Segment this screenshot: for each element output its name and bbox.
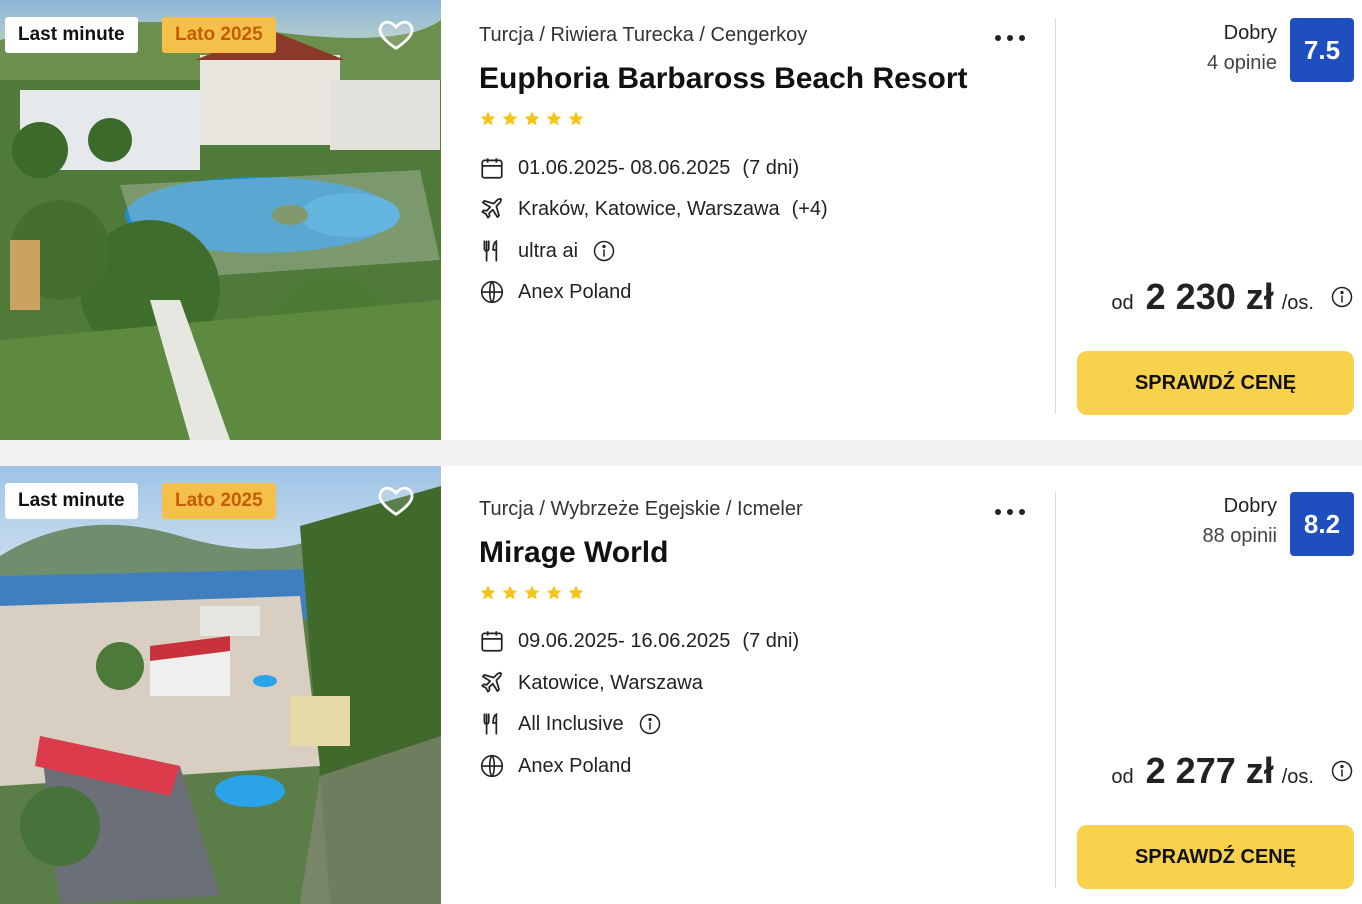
star-icon [567, 584, 585, 602]
plane-icon [479, 670, 505, 696]
rating-label: Dobry [1223, 495, 1277, 517]
board-row: ultra ai [479, 237, 616, 265]
hotel-stars [479, 584, 585, 602]
star-icon [567, 110, 585, 128]
more-dot [1007, 509, 1013, 515]
hotel-stars [479, 110, 585, 128]
star-icon [523, 110, 541, 128]
dates-row: 01.06.2025- 08.06.2025 (7 dni) [479, 154, 799, 182]
calendar-icon [479, 155, 505, 181]
offer-card[interactable]: Last minute Lato 2025 Turcja / Riwiera T… [0, 0, 1362, 440]
card-divider [1055, 18, 1056, 414]
globe-icon [479, 279, 505, 305]
departures-row: Katowice, Warszawa [479, 669, 703, 697]
heart-outline-icon [378, 20, 414, 50]
location-breadcrumb[interactable]: Turcja / Riwiera Turecka / Cengerkoy [479, 24, 807, 47]
hotel-name[interactable]: Euphoria Barbaross Beach Resort [479, 62, 967, 96]
favorite-heart-icon[interactable] [377, 15, 415, 53]
star-icon [479, 584, 497, 602]
price-row: od 2 277 zł /os. [1111, 750, 1354, 792]
globe-icon [479, 753, 505, 779]
more-options-button[interactable] [993, 22, 1027, 52]
more-dot [1019, 509, 1025, 515]
check-price-button[interactable]: SPRAWDŹ CENĘ [1077, 351, 1354, 415]
tour-operator: Anex Poland [518, 280, 632, 303]
price-row: od 2 230 zł /os. [1111, 276, 1354, 318]
travel-duration: (7 dni) [742, 156, 800, 179]
price-unit: /os. [1281, 292, 1314, 314]
travel-dates: 09.06.2025- 16.06.2025 [518, 629, 731, 652]
calendar-icon [479, 628, 505, 654]
heart-outline-icon [378, 486, 414, 516]
board-info-icon[interactable] [592, 239, 616, 263]
location-breadcrumb[interactable]: Turcja / Wybrzeże Egejskie / Icmeler [479, 498, 803, 521]
price-info-icon[interactable] [1330, 285, 1354, 309]
rating-score: 7.5 [1290, 18, 1354, 82]
operator-row: Anex Poland [479, 752, 631, 780]
price-prefix: od [1111, 766, 1134, 788]
cutlery-icon [479, 711, 505, 737]
star-icon [523, 584, 541, 602]
more-dot [995, 35, 1001, 41]
hotel-name[interactable]: Mirage World [479, 536, 668, 570]
star-icon [479, 110, 497, 128]
more-dot [1019, 35, 1025, 41]
price-unit: /os. [1281, 766, 1314, 788]
operator-row: Anex Poland [479, 278, 631, 306]
departure-cities[interactable]: Katowice, Warszawa [518, 672, 703, 695]
board-row: All Inclusive [479, 710, 662, 738]
more-options-button[interactable] [993, 496, 1027, 526]
star-icon [545, 110, 563, 128]
offer-card[interactable]: Last minute Lato 2025 Turcja / Wybrzeże … [0, 466, 1362, 904]
rating-score: 8.2 [1290, 492, 1354, 556]
hotel-photo-image [0, 0, 441, 440]
last-minute-badge: Last minute [5, 483, 138, 519]
favorite-heart-icon[interactable] [377, 481, 415, 519]
review-count[interactable]: 88 opinii [1202, 525, 1277, 548]
board-info-icon[interactable] [638, 712, 662, 736]
cutlery-icon [479, 238, 505, 264]
last-minute-badge: Last minute [5, 17, 138, 53]
departure-cities[interactable]: Kraków, Katowice, Warszawa [518, 198, 780, 221]
hotel-photo[interactable]: Last minute Lato 2025 [0, 466, 441, 904]
travel-dates: 01.06.2025- 08.06.2025 [518, 156, 731, 179]
season-badge: Lato 2025 [162, 483, 276, 519]
star-icon [501, 584, 519, 602]
tour-operator: Anex Poland [518, 754, 632, 777]
price-prefix: od [1111, 292, 1134, 314]
board-type: ultra ai [518, 239, 579, 262]
price-info-icon[interactable] [1330, 759, 1354, 783]
hotel-photo-image [0, 466, 441, 904]
more-dot [995, 509, 1001, 515]
price-value: 2 230 zł [1145, 276, 1274, 317]
more-dot [1007, 35, 1013, 41]
check-price-button[interactable]: SPRAWDŹ CENĘ [1077, 825, 1354, 889]
star-icon [501, 110, 519, 128]
card-divider [1055, 492, 1056, 888]
plane-icon [479, 196, 505, 222]
more-departures[interactable]: (+4) [792, 198, 828, 221]
price-value: 2 277 zł [1145, 750, 1274, 791]
board-type: All Inclusive [518, 712, 624, 735]
review-count[interactable]: 4 opinie [1207, 52, 1277, 75]
dates-row: 09.06.2025- 16.06.2025 (7 dni) [479, 627, 799, 655]
season-badge: Lato 2025 [162, 17, 276, 53]
hotel-photo[interactable]: Last minute Lato 2025 [0, 0, 441, 440]
rating-label: Dobry [1223, 22, 1277, 44]
star-icon [545, 584, 563, 602]
travel-duration: (7 dni) [742, 629, 800, 652]
departures-row: Kraków, Katowice, Warszawa (+4) [479, 195, 828, 223]
